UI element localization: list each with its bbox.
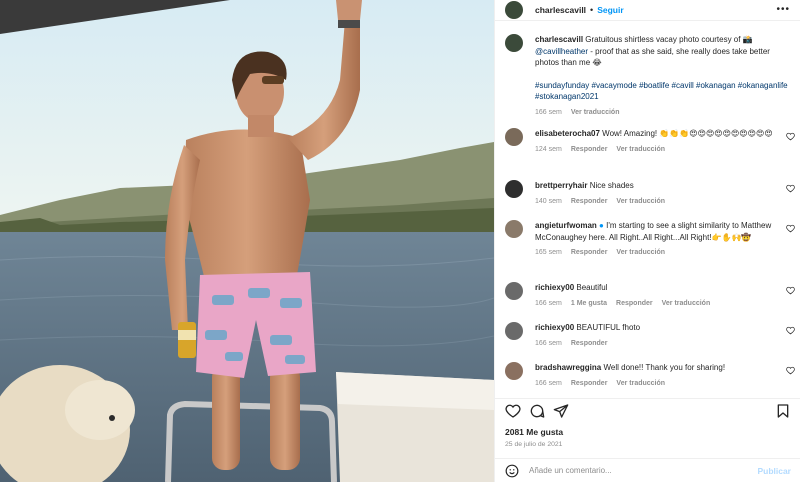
- comment-translate-link[interactable]: Ver traducción: [662, 298, 711, 310]
- comment-time: 165 sem: [535, 249, 562, 256]
- add-comment-bar: Añade un comentario... Publicar: [495, 458, 800, 482]
- comment-translate-link[interactable]: Ver traducción: [616, 196, 665, 208]
- comment-like-heart-icon[interactable]: [786, 224, 795, 233]
- comment-time: 166 sem: [535, 339, 562, 347]
- comment-translate-link[interactable]: Ver traducción: [616, 378, 665, 390]
- commenter-avatar[interactable]: [505, 128, 523, 146]
- author-username[interactable]: charlescavill: [535, 5, 586, 15]
- author-avatar[interactable]: [505, 34, 523, 52]
- commenter-avatar[interactable]: [505, 220, 523, 238]
- comment-username[interactable]: elisabeterocha07: [535, 129, 600, 138]
- comment-reply-link[interactable]: Responder: [571, 144, 608, 156]
- comment-likes-count[interactable]: 1 Me gusta: [571, 298, 607, 310]
- comment-input[interactable]: Añade un comentario...: [529, 466, 757, 475]
- commenter-avatar[interactable]: [505, 322, 523, 340]
- caption-hashtags[interactable]: #sundayfunday #vacaymode #boatlife #cavi…: [535, 80, 789, 103]
- comment-reply-link[interactable]: Responder: [616, 298, 653, 310]
- comment-text: Nice shades: [589, 181, 634, 190]
- comment-reply-link[interactable]: Responder: [571, 338, 608, 350]
- separator-dot: •: [590, 5, 594, 15]
- comment-text: BEAUTIFUL fhoto: [576, 323, 641, 332]
- comment-username[interactable]: brettperryhair: [535, 181, 587, 190]
- commenter-avatar[interactable]: [505, 282, 523, 300]
- post-photo-image: [0, 0, 494, 482]
- commenter-avatar[interactable]: [505, 180, 523, 198]
- comment-text: Wow! Amazing! 👏👏👏😍😍😍😍😍😍😍😍😍😍: [602, 129, 773, 138]
- caption-translate-link[interactable]: Ver traducción: [571, 107, 620, 119]
- caption-mention[interactable]: @cavillheather: [535, 47, 588, 56]
- post-side-panel: charlescavill • Seguir ••• charlescavill…: [494, 0, 800, 482]
- publish-button[interactable]: Publicar: [757, 466, 791, 476]
- follow-button[interactable]: Seguir: [597, 5, 623, 15]
- comment-username[interactable]: angieturfwoman: [535, 221, 597, 230]
- comment-username[interactable]: richiexy00: [535, 283, 574, 292]
- comment-like-heart-icon[interactable]: [786, 286, 795, 295]
- comment-icon[interactable]: [529, 403, 545, 419]
- comment-time: 124 sem: [535, 145, 562, 153]
- comment-time: 166 sem: [535, 379, 562, 387]
- comment-translate-link[interactable]: Ver traducción: [616, 247, 665, 259]
- comment-text: Beautiful: [576, 283, 608, 292]
- heart-icon[interactable]: [505, 403, 521, 419]
- comment-reply-link[interactable]: Responder: [571, 378, 608, 390]
- caption-body: Gratuitous shirtless vacay photo courtes…: [585, 35, 753, 44]
- comment-like-heart-icon[interactable]: [786, 184, 795, 193]
- comment-like-heart-icon[interactable]: [786, 326, 795, 335]
- post-header: charlescavill • Seguir •••: [495, 0, 800, 21]
- comment-translate-link[interactable]: Ver traducción: [616, 144, 665, 156]
- instagram-post-view: charlescavill • Seguir ••• charlescavill…: [0, 0, 800, 482]
- caption-username[interactable]: charlescavill: [535, 35, 583, 44]
- emoji-icon[interactable]: [505, 464, 519, 478]
- comments-list[interactable]: charlescavill Gratuitous shirtless vacay…: [495, 22, 800, 394]
- post-actions: [495, 398, 800, 420]
- share-icon[interactable]: [553, 403, 569, 419]
- likes-count[interactable]: 2081 Me gusta: [505, 427, 563, 437]
- caption-meta: 166 sem Ver traducción: [535, 107, 789, 119]
- caption-text: charlescavill Gratuitous shirtless vacay…: [535, 34, 789, 69]
- more-options-icon[interactable]: •••: [776, 4, 790, 15]
- verified-badge-icon: ●: [599, 221, 604, 230]
- commenter-avatar[interactable]: [505, 362, 523, 380]
- author-avatar[interactable]: [505, 1, 523, 19]
- post-date: 25 de julio de 2021: [505, 441, 563, 448]
- comment-username[interactable]: bradshawreggina: [535, 363, 601, 372]
- comment-like-heart-icon[interactable]: [786, 366, 795, 375]
- comment-reply-link[interactable]: Responder: [571, 247, 608, 259]
- comment-text: Well done!! Thank you for sharing!: [603, 363, 726, 372]
- comment-username[interactable]: richiexy00: [535, 323, 574, 332]
- comment-like-heart-icon[interactable]: [786, 132, 795, 141]
- comment-time: 140 sem: [535, 197, 562, 205]
- post-photo[interactable]: [0, 0, 494, 482]
- comment-time: 166 sem: [535, 299, 562, 307]
- bookmark-icon[interactable]: [775, 403, 791, 419]
- caption-time: 166 sem: [535, 108, 562, 116]
- comment-reply-link[interactable]: Responder: [571, 196, 608, 208]
